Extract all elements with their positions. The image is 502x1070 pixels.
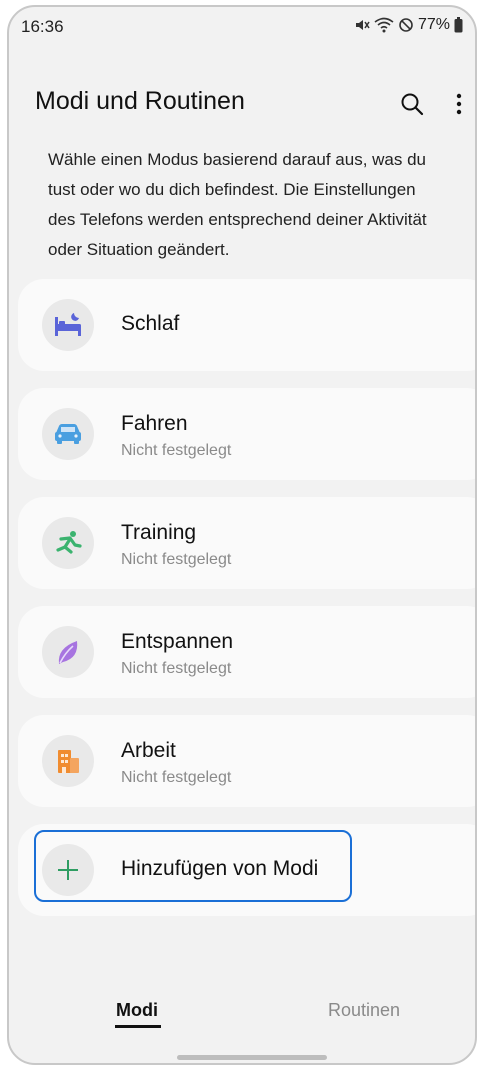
mode-subtitle: Nicht festgelegt [121,551,232,568]
mode-card-training[interactable]: Training Nicht festgelegt [18,497,475,589]
mode-card-entspannen[interactable]: Entspannen Nicht festgelegt [18,606,475,698]
mute-icon [354,17,370,33]
status-right: 77% [354,16,463,34]
mode-label: Training [121,521,197,544]
page-title: Modi und Routinen [35,87,245,115]
focus-highlight [34,830,352,902]
tab-routinen[interactable]: Routinen [328,1000,400,1021]
mode-label: Schlaf [121,312,180,335]
leaf-icon [42,626,94,678]
phone-screen: 16:36 77% Modi und Routinen Wähle einen … [7,5,477,1065]
description: Wähle einen Modus basierend darauf aus, … [48,145,448,265]
description-line: oder Situation geändert. [48,240,230,259]
mode-label: Entspannen [121,630,234,653]
tab-modi[interactable]: Modi [116,1000,158,1021]
more-vert-icon[interactable] [444,89,474,119]
battery-icon [454,17,463,33]
description-line: Wähle einen Modus basierend darauf aus, … [48,150,427,169]
mode-subtitle: Nicht festgelegt [121,769,232,786]
no-disturb-icon [398,17,414,33]
gesture-handle[interactable] [177,1055,327,1060]
description-line: des Telefons werden entsprechend deiner … [48,210,427,229]
description-line: tust oder wo du dich befindest. Die Eins… [48,180,416,199]
tab-active-indicator [115,1025,161,1028]
status-bar: 16:36 77% [9,7,475,47]
mode-label: Arbeit [121,739,176,762]
bed-icon [42,299,94,351]
search-icon[interactable] [397,89,427,119]
mode-card-fahren[interactable]: Fahren Nicht festgelegt [18,388,475,480]
car-icon [42,408,94,460]
building-icon [42,735,94,787]
status-time: 16:36 [21,17,64,36]
mode-subtitle: Nicht festgelegt [121,442,232,459]
mode-card-schlaf[interactable]: Schlaf [18,279,475,371]
mode-label: Fahren [121,412,188,435]
wifi-icon [374,17,394,33]
running-icon [42,517,94,569]
mode-subtitle: Nicht festgelegt [121,660,232,677]
battery-text: 77% [417,16,450,33]
mode-card-arbeit[interactable]: Arbeit Nicht festgelegt [18,715,475,807]
